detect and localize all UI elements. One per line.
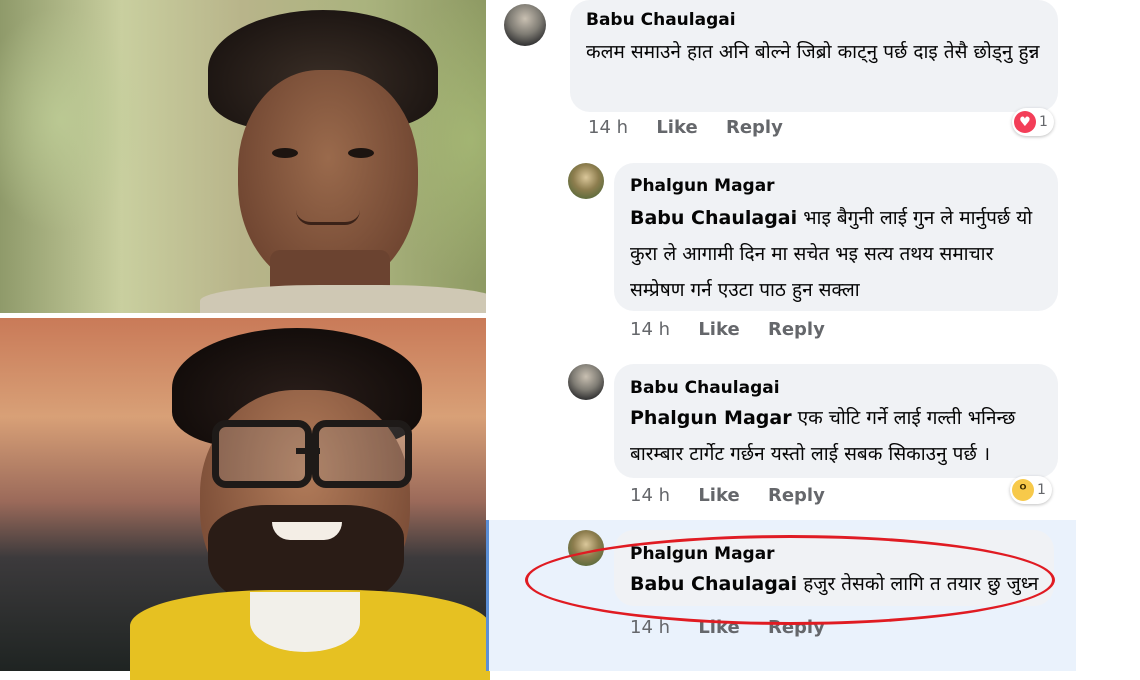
comment-actions: 14 h Like Reply [630,617,847,638]
top-portrait-photo [0,0,486,313]
reaction-count: 1 [1037,482,1046,498]
mention-tag[interactable]: Babu Chaulagai [630,207,797,229]
comment-author[interactable]: Babu Chaulagai [586,10,736,30]
avatar[interactable] [568,364,604,400]
comment-text: Babu Chaulagai हजुर तेसको लागि त तयार छु… [630,566,1050,602]
comment-actions: 14 h Like Reply [588,117,805,138]
left-eye [272,148,298,158]
comment-actions: 14 h Like Reply [630,485,847,506]
shirt [200,285,486,313]
like-button[interactable]: Like [698,319,739,340]
like-button[interactable]: Like [656,117,697,138]
comment-text: Phalgun Magar एक चोटि गर्ने लाई गल्ती भन… [630,400,1050,472]
avatar[interactable] [568,530,604,566]
collar [250,592,360,652]
comment-time[interactable]: 14 h [630,319,670,340]
mention-tag[interactable]: Phalgun Magar [630,407,792,429]
love-reaction-icon: ♥ [1014,111,1036,133]
wow-reaction-icon: ᴼ [1012,479,1034,501]
reaction-badge[interactable]: ᴼ 1 [1010,476,1052,504]
comment-time[interactable]: 14 h [588,117,628,138]
right-eye [348,148,374,158]
comment-text: Babu Chaulagai भाइ बैगुनी लाई गुन ले मार… [630,200,1050,308]
comment-text: कलम समाउने हात अनि बोल्ने जिब्रो काट्नु … [586,41,1040,63]
reply-button[interactable]: Reply [768,485,825,506]
comment-author[interactable]: Babu Chaulagai [630,378,780,398]
reaction-badge[interactable]: ♥ 1 [1012,108,1054,136]
comment-author[interactable]: Phalgun Magar [630,544,775,564]
glasses-left-lens [212,420,312,488]
comment-actions: 14 h Like Reply [630,319,847,340]
avatar[interactable] [504,4,546,46]
avatar[interactable] [568,163,604,199]
like-button[interactable]: Like [698,617,739,638]
glasses-bridge [296,448,320,454]
mention-tag[interactable]: Babu Chaulagai [630,573,797,595]
highlight-bar [486,520,489,671]
reply-button[interactable]: Reply [726,117,783,138]
mouth [296,210,360,225]
reply-button[interactable]: Reply [768,617,825,638]
reaction-count: 1 [1039,114,1048,130]
comment-time[interactable]: 14 h [630,485,670,506]
smile [272,522,342,540]
comment-author[interactable]: Phalgun Magar [630,176,775,196]
comment-body: हजुर तेसको लागि त तयार छु जुध्न [803,573,1039,595]
reply-button[interactable]: Reply [768,319,825,340]
like-button[interactable]: Like [698,485,739,506]
glasses-right-lens [312,420,412,488]
comment-time[interactable]: 14 h [630,617,670,638]
